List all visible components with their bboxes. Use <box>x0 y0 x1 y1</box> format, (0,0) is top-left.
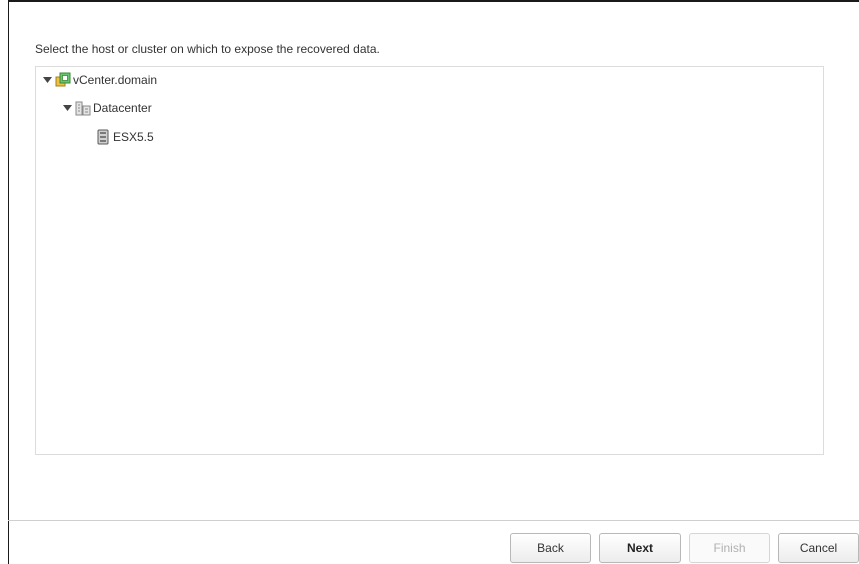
inventory-tree[interactable]: vCenter.domain Datacenter ESX5.5 <box>35 66 824 455</box>
tree-node-label: Datacenter <box>93 101 152 115</box>
expand-arrow-icon[interactable] <box>62 103 72 113</box>
vcenter-icon <box>55 72 71 88</box>
cancel-button[interactable]: Cancel <box>778 533 859 563</box>
footer-divider <box>8 520 859 521</box>
tree-node-label: vCenter.domain <box>73 73 158 87</box>
window-top-border <box>8 0 859 2</box>
tree-node-datacenter[interactable]: Datacenter <box>62 99 152 117</box>
instruction-text: Select the host or cluster on which to e… <box>35 42 380 56</box>
tree-node-label: ESX5.5 <box>113 130 154 144</box>
expand-arrow-icon[interactable] <box>42 75 52 85</box>
back-button[interactable]: Back <box>510 533 591 563</box>
next-button[interactable]: Next <box>599 533 681 563</box>
host-server-icon <box>95 129 111 145</box>
tree-node-esx-host[interactable]: ESX5.5 <box>95 128 154 146</box>
tree-node-vcenter[interactable]: vCenter.domain <box>42 71 157 89</box>
datacenter-icon <box>75 100 91 116</box>
finish-button[interactable]: Finish <box>689 533 770 563</box>
window-left-border <box>8 0 9 564</box>
wizard-dialog: Select the host or cluster on which to e… <box>0 0 859 564</box>
